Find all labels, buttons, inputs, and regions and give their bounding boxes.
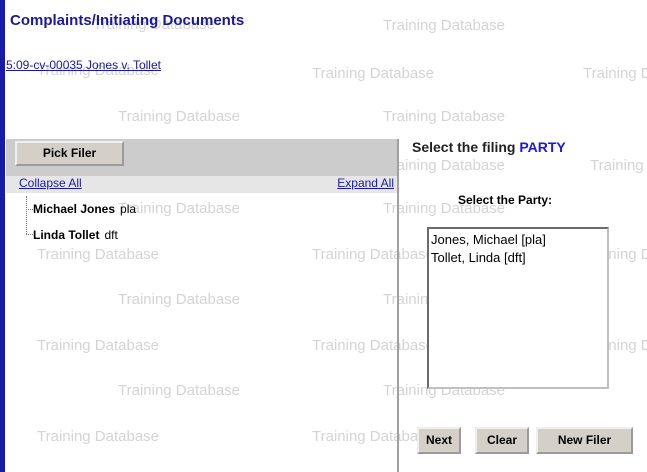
- party-option[interactable]: Tollet, Linda [dft]: [431, 249, 605, 267]
- left-border-rule: [0, 0, 5, 472]
- tree-toolbar: Collapse All Expand All: [6, 176, 397, 193]
- tree-connector: [26, 234, 33, 235]
- watermark: Training Database: [118, 108, 241, 125]
- case-link[interactable]: 5:09-cv-00035 Jones v. Tollet: [6, 58, 161, 72]
- next-button[interactable]: Next: [417, 427, 461, 454]
- tree-item-michael-jones[interactable]: Michael Jones pla: [33, 202, 136, 216]
- watermark: Training Database: [383, 157, 506, 174]
- expand-all-link[interactable]: Expand All: [337, 176, 394, 190]
- watermark: Training Database: [590, 157, 647, 174]
- watermark: Training Database: [383, 17, 506, 34]
- tree-connector: [26, 196, 27, 234]
- heading-party-word: PARTY: [519, 139, 566, 155]
- tree-item-linda-tollet[interactable]: Linda Tollet dft: [33, 228, 118, 242]
- party-name: Linda Tollet: [33, 228, 100, 242]
- party-option[interactable]: Jones, Michael [pla]: [431, 231, 605, 249]
- watermark: Training Database: [383, 108, 506, 125]
- select-party-label: Select the Party:: [458, 193, 553, 207]
- tree-connector: [26, 209, 33, 210]
- watermark: Training Database: [312, 65, 435, 82]
- new-filer-button[interactable]: New Filer: [536, 427, 633, 454]
- page-title: Complaints/Initiating Documents: [10, 12, 245, 29]
- pick-filer-button[interactable]: Pick Filer: [15, 141, 124, 166]
- party-name: Michael Jones: [33, 202, 116, 216]
- panel-divider: [397, 139, 399, 472]
- watermark: Training Database: [583, 65, 647, 82]
- filer-tree-header: Pick Filer: [6, 139, 397, 176]
- filer-tree-panel: Pick Filer Collapse All Expand All Micha…: [6, 139, 397, 472]
- clear-button[interactable]: Clear: [475, 427, 529, 454]
- party-role: dft: [104, 228, 118, 242]
- collapse-all-link[interactable]: Collapse All: [19, 176, 82, 190]
- heading-prefix: Select the filing: [412, 139, 516, 155]
- party-select-list[interactable]: Jones, Michael [pla] Tollet, Linda [dft]: [427, 227, 609, 389]
- party-role: pla: [120, 202, 137, 216]
- select-filing-party-heading: Select the filing PARTY: [412, 139, 566, 155]
